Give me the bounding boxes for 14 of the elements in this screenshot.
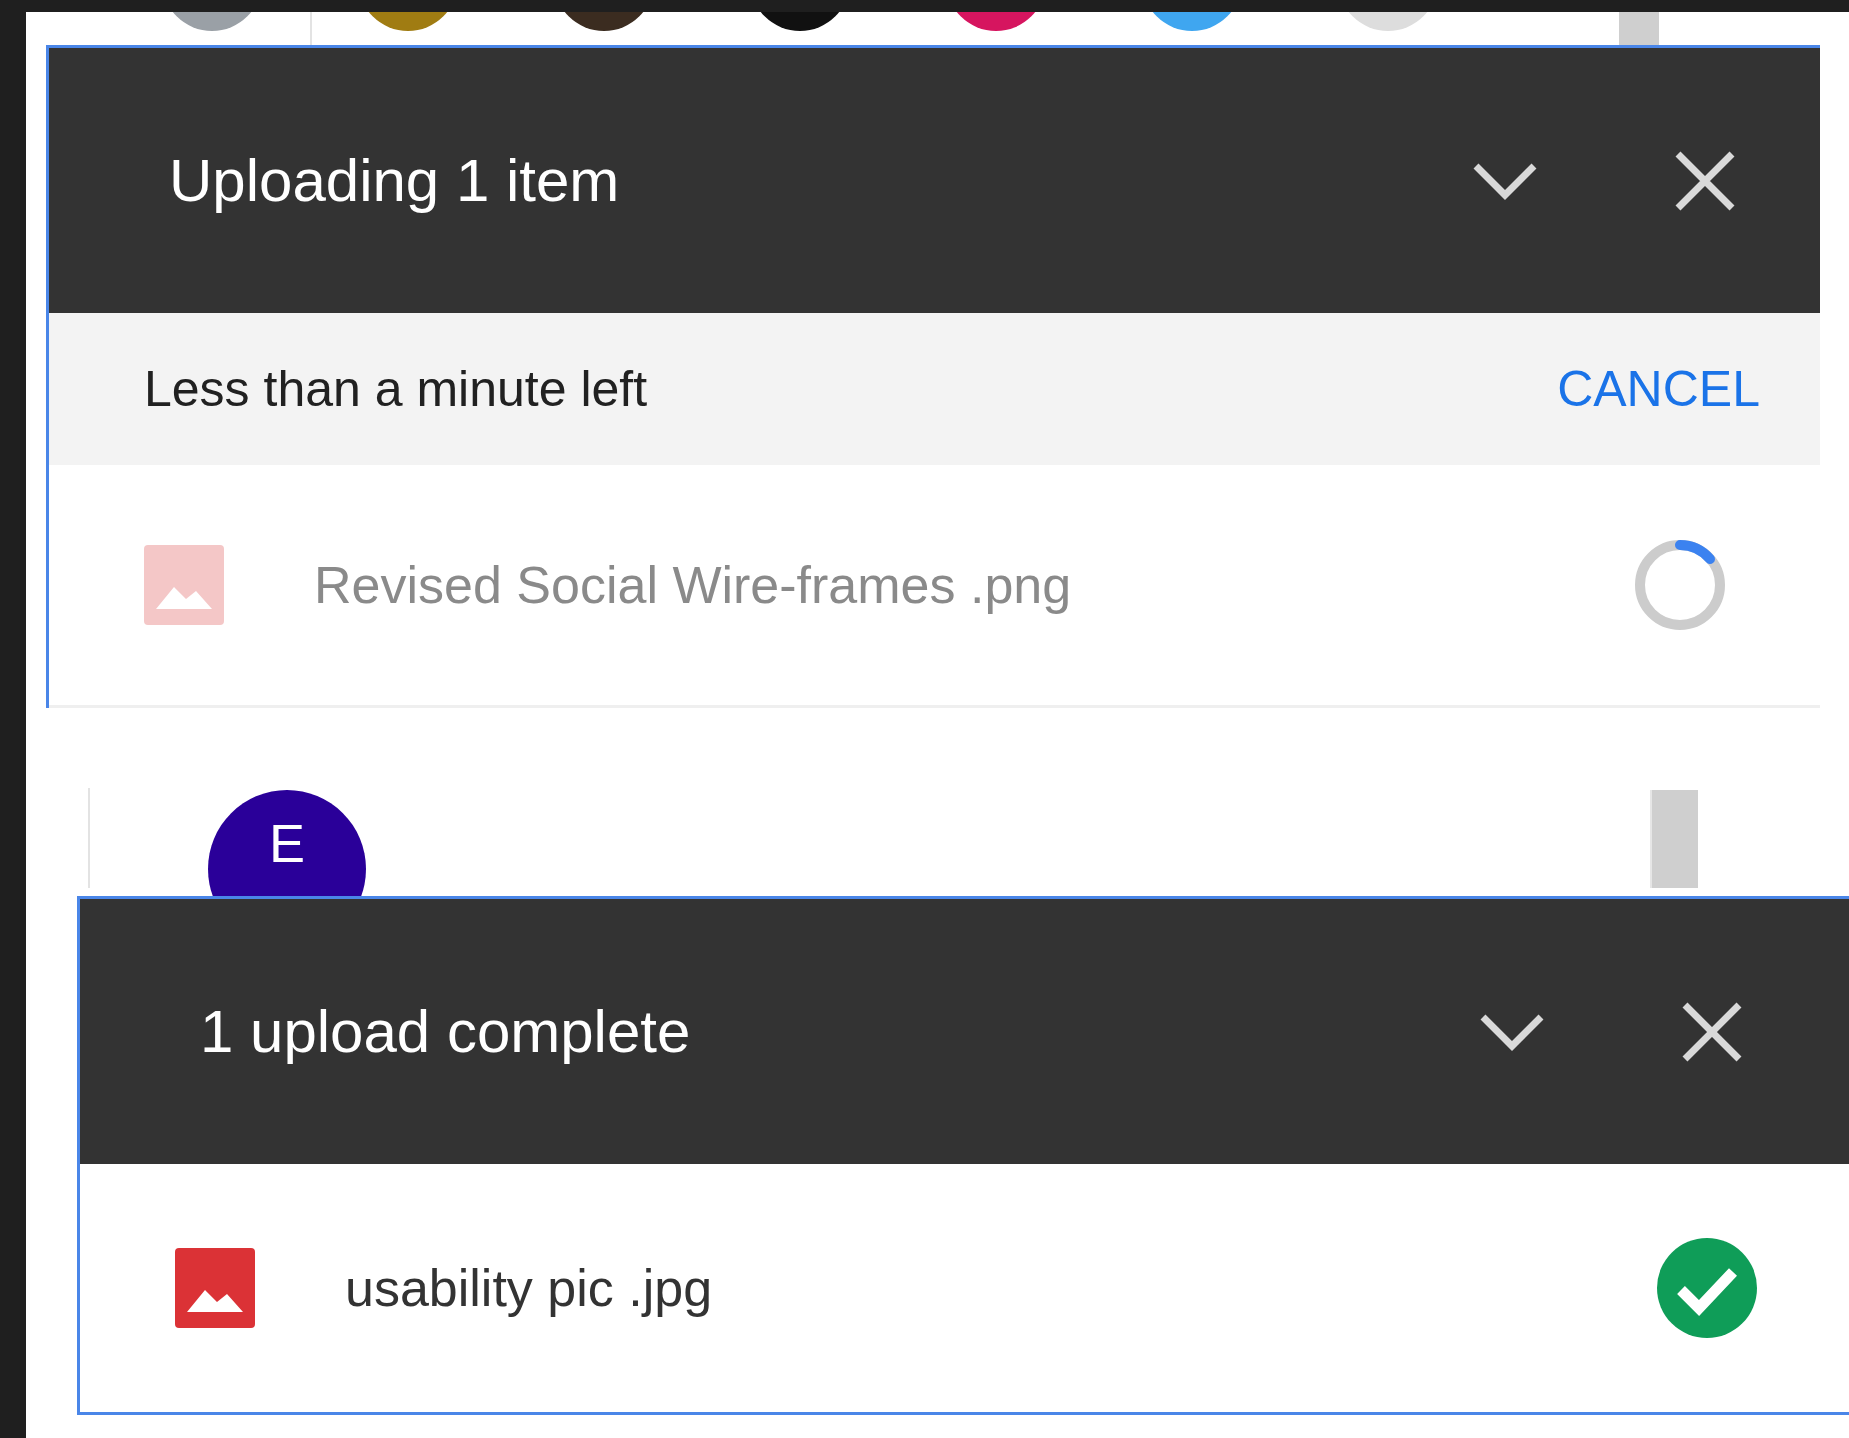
file-name: usability pic .jpg <box>345 1258 714 1318</box>
panel-title: Uploading 1 item <box>169 146 621 215</box>
time-remaining: Less than a minute left <box>144 360 649 418</box>
panel-title: 1 upload complete <box>200 997 692 1066</box>
close-icon <box>1681 1000 1743 1063</box>
cancel-button[interactable]: CANCEL <box>1557 360 1760 418</box>
image-file-icon <box>175 1248 255 1328</box>
image-file-icon <box>144 545 224 625</box>
scrollbar-thumb[interactable] <box>1650 790 1698 888</box>
close-icon <box>1674 149 1736 212</box>
avatar-initial: E <box>269 816 305 875</box>
scrollbar-thumb[interactable] <box>1619 12 1659 45</box>
file-name: Revised Social Wire-frames .png <box>314 555 1073 615</box>
contact-avatar[interactable]: E <box>208 790 366 896</box>
